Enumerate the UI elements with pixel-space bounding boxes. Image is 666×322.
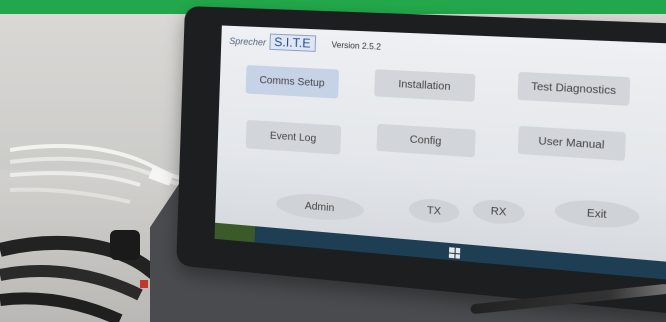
tablet-device: Sprecher S.I.T.E Version 2.5.2 Comms Setu… — [176, 6, 666, 319]
user-manual-button[interactable]: User Manual — [517, 125, 626, 161]
tablet-screen: Sprecher S.I.T.E Version 2.5.2 Comms Setu… — [214, 25, 666, 281]
exit-button[interactable]: Exit — [554, 197, 640, 231]
windows-logo-icon[interactable] — [448, 247, 461, 259]
photo-scene: Sprecher S.I.T.E Version 2.5.2 Comms Setu… — [0, 0, 666, 322]
admin-button[interactable]: Admin — [275, 191, 365, 223]
tx-button[interactable]: TX — [408, 197, 460, 225]
config-button[interactable]: Config — [376, 123, 476, 158]
rx-button[interactable]: RX — [472, 197, 526, 226]
app-brand: Sprecher S.I.T.E — [229, 32, 317, 52]
windows-taskbar — [214, 222, 666, 281]
comms-setup-button[interactable]: Comms Setup — [245, 65, 340, 99]
version-label: Version 2.5.2 — [331, 40, 382, 52]
event-log-button[interactable]: Event Log — [245, 119, 342, 155]
installation-button[interactable]: Installation — [374, 69, 476, 102]
brand-logo: S.I.T.E — [268, 33, 317, 52]
brand-prefix: Sprecher — [229, 35, 267, 48]
ethernet-cable — [10, 144, 189, 204]
test-diagnostics-button[interactable]: Test Diagnostics — [517, 71, 631, 106]
